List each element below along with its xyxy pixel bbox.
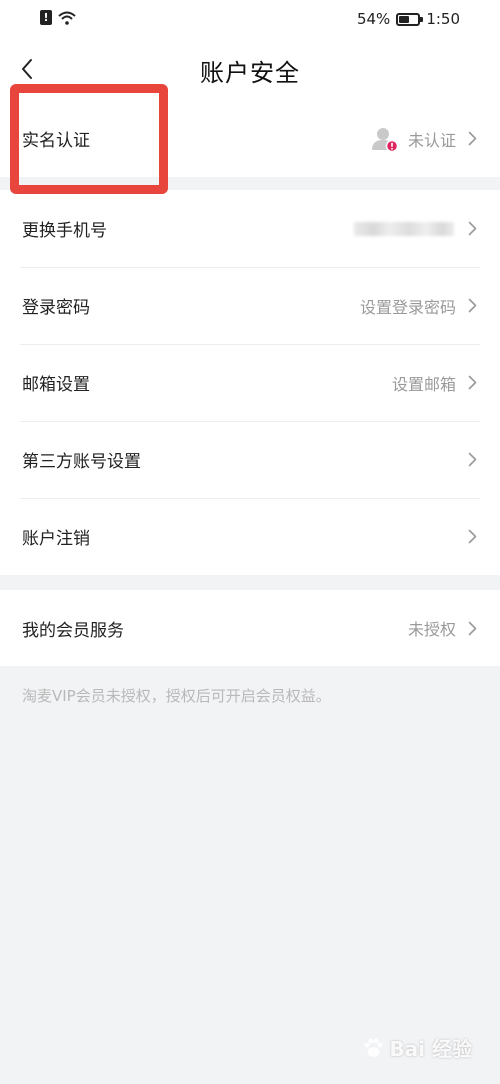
password-row[interactable]: 登录密码 设置登录密码: [0, 267, 500, 344]
email-row[interactable]: 邮箱设置 设置邮箱: [0, 344, 500, 421]
membership-note: 淘麦VIP会员未授权，授权后可开启会员权益。: [22, 687, 331, 705]
status-bar: ! 54% 1:50: [0, 0, 500, 38]
third-party-row[interactable]: 第三方账号设置: [0, 421, 500, 498]
chevron-right-icon: [466, 131, 478, 147]
page-title: 账户安全: [200, 59, 300, 87]
wifi-icon: [58, 11, 76, 25]
chevron-right-icon: [466, 298, 478, 314]
realname-value: 未认证: [407, 130, 456, 150]
phone-row[interactable]: 更换手机号: [0, 190, 500, 267]
password-label: 登录密码: [22, 298, 90, 318]
phone-label: 更换手机号: [22, 221, 107, 241]
membership-row[interactable]: 我的会员服务 未授权: [0, 590, 500, 666]
chevron-right-icon: [466, 620, 478, 636]
realname-row[interactable]: 实名认证 未认证: [0, 100, 500, 177]
battery-percent: 54%: [356, 10, 391, 28]
email-label: 邮箱设置: [22, 375, 90, 395]
membership-value: 未授权: [407, 620, 456, 639]
membership-group: 我的会员服务 未授权: [0, 590, 500, 666]
baidu-jingyan-watermark: Bai 经验: [361, 1033, 472, 1062]
membership-label: 我的会员服务: [22, 620, 124, 641]
realname-group: 实名认证 未认证: [0, 100, 500, 177]
email-value: 设置邮箱: [391, 374, 456, 394]
user-alert-icon: [371, 126, 399, 152]
sim-alert-icon: !: [40, 10, 52, 25]
chevron-right-icon: [466, 221, 478, 237]
chevron-right-icon: [466, 452, 478, 468]
chevron-right-icon: [466, 529, 478, 545]
battery-icon: [396, 12, 424, 26]
battery-fill: [399, 15, 410, 23]
password-value: 设置登录密码: [359, 297, 456, 317]
header: 账户安全: [0, 38, 500, 100]
cancel-account-label: 账户注销: [22, 529, 90, 549]
realname-label: 实名认证: [22, 131, 90, 151]
cancel-account-row[interactable]: 账户注销: [0, 498, 500, 575]
watermark-text: Bai 经验: [389, 1037, 472, 1061]
third-party-label: 第三方账号设置: [22, 452, 141, 472]
chevron-right-icon: [466, 375, 478, 391]
status-right: 54% 1:50: [357, 10, 460, 28]
paw-icon: [364, 1038, 383, 1057]
clock: 1:50: [426, 10, 460, 28]
status-left: !: [40, 10, 76, 25]
account-settings-group: 更换手机号 登录密码 设置登录密码 邮箱设置 设置邮箱 第三方账号设置 账户注销: [0, 190, 500, 575]
phone-value-blurred: [354, 221, 454, 236]
